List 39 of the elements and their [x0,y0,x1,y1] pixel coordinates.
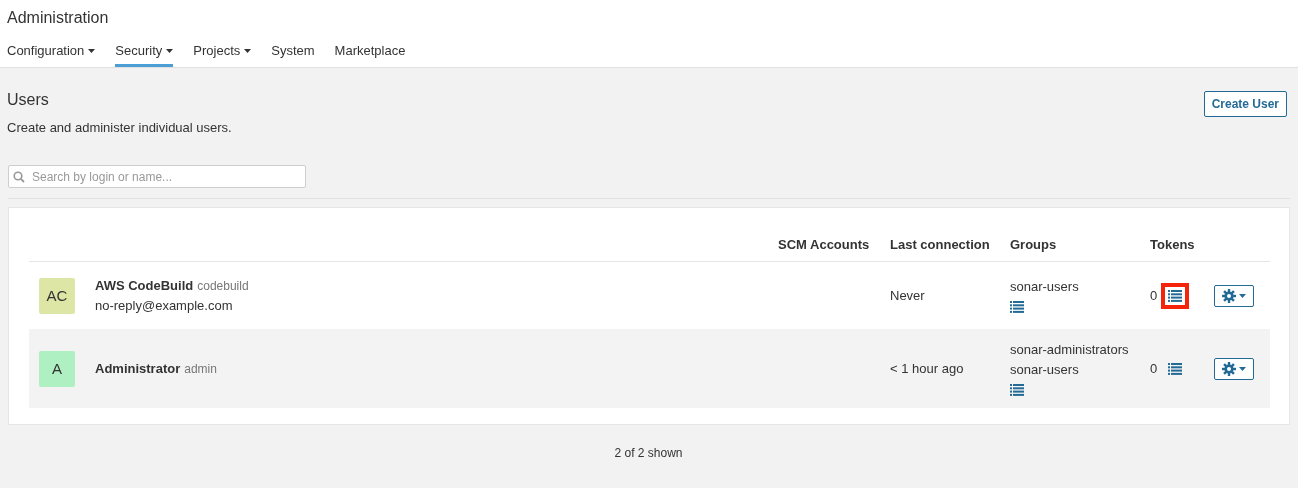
user-avatar: A [39,350,75,387]
column-header: Groups [1010,237,1058,252]
gear-icon [1222,288,1236,303]
list-icon[interactable] [1010,300,1024,313]
highlighted-list-icon[interactable] [1161,282,1190,309]
nav-tab[interactable]: Marketplace [334,41,406,67]
nav-tab[interactable]: Projects [193,41,252,67]
user-name: AWS CodeBuild [95,278,194,293]
user-login: admin [184,362,217,376]
token-count: 0 [1150,288,1158,303]
user-avatar: AC [39,277,75,314]
search-icon [13,171,25,183]
list-icon[interactable] [1010,383,1024,396]
user-email: no-reply@example.com [95,298,234,313]
column-header: Tokens [1150,237,1196,252]
group-name: sonar-administrators [1010,341,1129,357]
column-header: SCM Accounts [778,237,871,252]
caret-icon [1239,366,1246,371]
last-connection: Never [890,288,926,303]
gear-icon [1222,361,1236,376]
page-header-title: Administration [7,8,109,28]
group-name: sonar-users [1010,278,1079,294]
column-header: Last connection [890,237,991,252]
shown-count: 2 of 2 shown [613,446,684,460]
last-connection: < 1 hour ago [890,361,965,376]
caret-icon [1239,293,1246,298]
create-user-button[interactable]: Create User [1203,91,1287,117]
section-description: Create and administer individual users. [7,120,232,135]
section-title: Users [7,90,50,110]
search-field[interactable]: Search by login or name... [8,165,306,188]
token-count: 0 [1150,361,1158,376]
settings-button[interactable] [1214,284,1254,307]
nav-tab[interactable]: System [271,41,315,67]
user-login: codebuild [197,279,249,293]
group-name: sonar-users [1010,361,1079,377]
nav-tab[interactable]: Configuration [7,41,96,67]
settings-button[interactable] [1214,357,1254,380]
user-name: Administrator [95,361,181,376]
nav-tab[interactable]: Security [115,41,174,67]
